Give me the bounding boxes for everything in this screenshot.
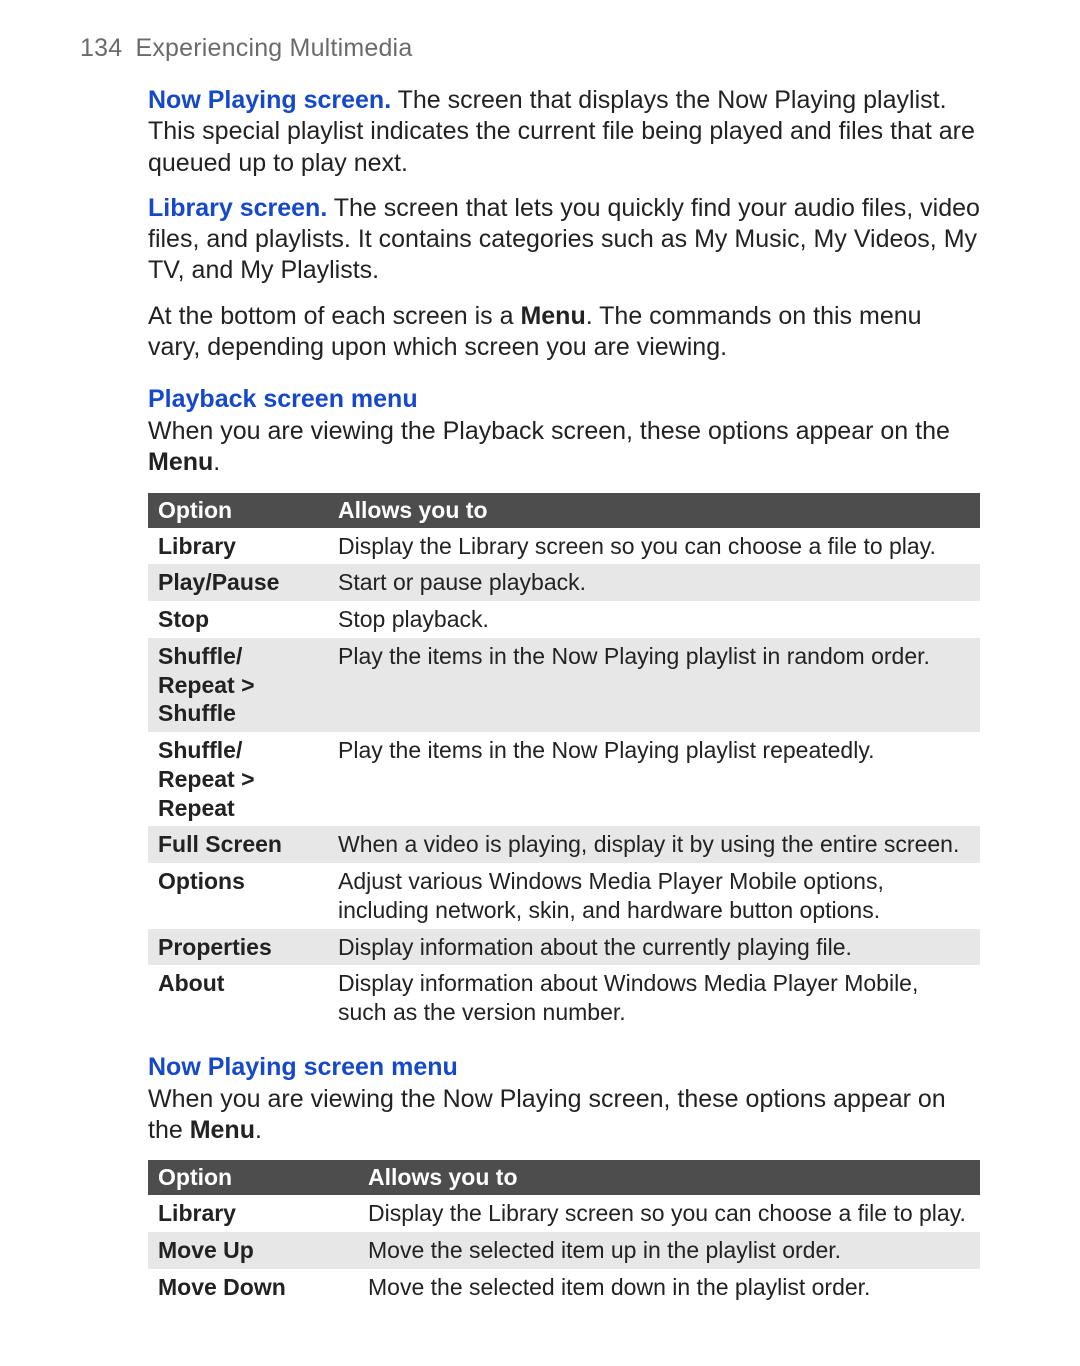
table-row: Full Screen When a video is playing, dis… (148, 826, 980, 863)
col-allows: Allows you to (358, 1160, 980, 1195)
para-now-playing-screen: Now Playing screen. The screen that disp… (148, 85, 980, 179)
body: Now Playing screen. The screen that disp… (148, 85, 980, 1306)
table-row: About Display information about Windows … (148, 965, 980, 1031)
table-now-playing-menu: Option Allows you to Library Display the… (148, 1160, 980, 1305)
intro2-pre: When you are viewing the Now Playing scr… (148, 1085, 946, 1144)
cell-desc: Display the Library screen so you can ch… (358, 1195, 980, 1232)
menu-note-bold: Menu (520, 302, 585, 330)
cell-desc: Stop playback. (328, 601, 980, 638)
cell-option: Library (148, 528, 328, 565)
cell-desc: Adjust various Windows Media Player Mobi… (328, 863, 980, 929)
table-row: Move Up Move the selected item up in the… (148, 1232, 980, 1269)
intro1-post: . (213, 448, 220, 476)
cell-desc: Play the items in the Now Playing playli… (328, 638, 980, 732)
cell-option: About (148, 965, 328, 1031)
col-option: Option (148, 493, 328, 528)
table-row: Library Display the Library screen so yo… (148, 1195, 980, 1232)
heading-now-playing-menu: Now Playing screen menu (148, 1053, 980, 1082)
table-row: Play/Pause Start or pause playback. (148, 564, 980, 601)
intro-now-playing-menu: When you are viewing the Now Playing scr… (148, 1084, 980, 1147)
intro1-bold: Menu (148, 448, 213, 476)
chapter-title: Experiencing Multimedia (135, 34, 412, 62)
cell-desc: When a video is playing, display it by u… (328, 826, 980, 863)
table-header-row: Option Allows you to (148, 493, 980, 528)
cell-desc: Move the selected item up in the playlis… (358, 1232, 980, 1269)
table-row: Stop Stop playback. (148, 601, 980, 638)
intro2-bold: Menu (190, 1116, 255, 1144)
cell-option: Move Up (148, 1232, 358, 1269)
cell-option: Stop (148, 601, 328, 638)
cell-option: Options (148, 863, 328, 929)
intro2-post: . (255, 1116, 262, 1144)
cell-desc: Display the Library screen so you can ch… (328, 528, 980, 565)
cell-option: Shuffle/ Repeat > Repeat (148, 732, 328, 826)
lead-library: Library screen. (148, 194, 327, 222)
cell-desc: Play the items in the Now Playing playli… (328, 732, 980, 826)
table-row: Properties Display information about the… (148, 929, 980, 966)
para-menu-note: At the bottom of each screen is a Menu. … (148, 301, 980, 364)
page: 134 Experiencing Multimedia Now Playing … (0, 0, 1080, 1366)
cell-option: Full Screen (148, 826, 328, 863)
running-header: 134 Experiencing Multimedia (80, 34, 980, 63)
cell-option: Properties (148, 929, 328, 966)
cell-desc: Display information about Windows Media … (328, 965, 980, 1031)
cell-desc: Display information about the currently … (328, 929, 980, 966)
heading-playback-menu: Playback screen menu (148, 385, 980, 414)
para-library-screen: Library screen. The screen that lets you… (148, 193, 980, 287)
cell-desc: Move the selected item down in the playl… (358, 1269, 980, 1306)
intro1-pre: When you are viewing the Playback screen… (148, 417, 950, 445)
table-playback-menu: Option Allows you to Library Display the… (148, 493, 980, 1031)
col-option: Option (148, 1160, 358, 1195)
table-row: Shuffle/ Repeat > Shuffle Play the items… (148, 638, 980, 732)
table-header-row: Option Allows you to (148, 1160, 980, 1195)
table-row: Move Down Move the selected item down in… (148, 1269, 980, 1306)
cell-option: Library (148, 1195, 358, 1232)
table-row: Shuffle/ Repeat > Repeat Play the items … (148, 732, 980, 826)
lead-now-playing: Now Playing screen. (148, 86, 391, 114)
menu-note-pre: At the bottom of each screen is a (148, 302, 520, 330)
intro-playback-menu: When you are viewing the Playback screen… (148, 416, 980, 479)
table-row: Options Adjust various Windows Media Pla… (148, 863, 980, 929)
cell-desc: Start or pause playback. (328, 564, 980, 601)
table-row: Library Display the Library screen so yo… (148, 528, 980, 565)
col-allows: Allows you to (328, 493, 980, 528)
cell-option: Play/Pause (148, 564, 328, 601)
page-number: 134 (80, 34, 122, 62)
cell-option: Move Down (148, 1269, 358, 1306)
cell-option: Shuffle/ Repeat > Shuffle (148, 638, 328, 732)
